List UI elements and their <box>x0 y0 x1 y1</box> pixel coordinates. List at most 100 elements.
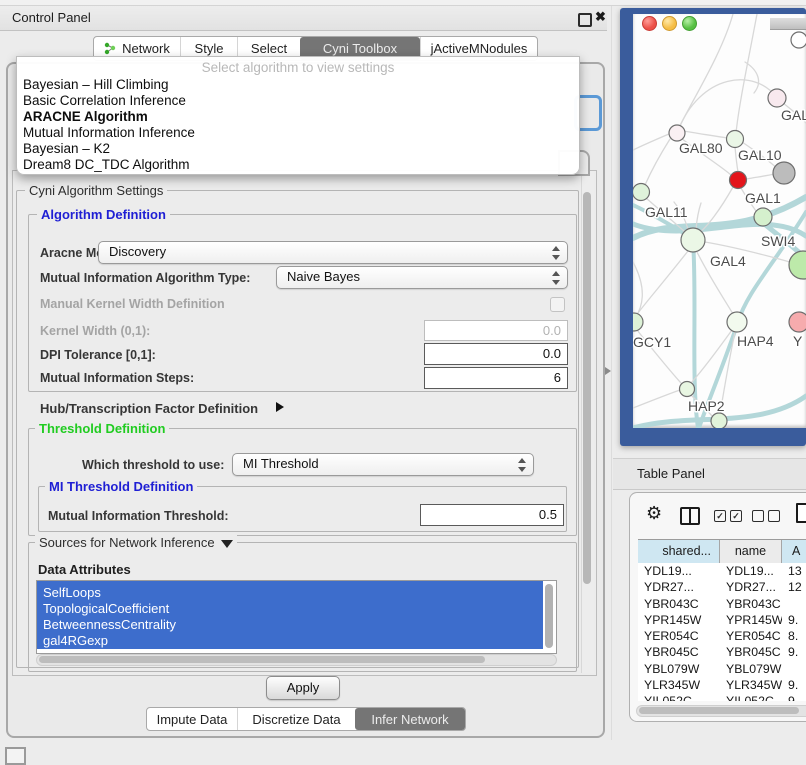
network-node[interactable] <box>789 312 806 332</box>
network-node[interactable] <box>789 251 806 279</box>
dpi-tolerance-input[interactable]: 0.0 <box>424 343 568 365</box>
list-hscrollbar-thumb[interactable] <box>39 656 485 663</box>
node-label: GAL4 <box>710 253 746 269</box>
table-row[interactable]: YLR345WYLR345W9. <box>638 677 806 693</box>
gear-icon[interactable]: ⚙ <box>646 503 662 524</box>
close-icon[interactable]: ✖ <box>595 9 606 25</box>
attribute-item[interactable]: SelfLoops <box>37 585 543 601</box>
table-cell[interactable]: YDR27... <box>720 579 782 595</box>
column-header-partial[interactable]: A <box>782 540 806 563</box>
network-node[interactable] <box>633 313 643 331</box>
aracne-mode-select[interactable]: Discovery <box>98 241 568 264</box>
table-cell[interactable]: YIL052C <box>720 693 782 701</box>
table-cell[interactable] <box>782 596 806 612</box>
select-all-checks-icon[interactable]: ✓✓ <box>714 510 742 522</box>
list-scrollbar-thumb[interactable] <box>545 584 553 648</box>
attribute-item[interactable]: gal4RGexp <box>37 633 543 649</box>
network-node[interactable] <box>773 162 795 184</box>
table-row[interactable]: YER054CYER054C8. <box>638 628 806 644</box>
table-row[interactable]: YBR045CYBR045C9. <box>638 644 806 660</box>
table-cell[interactable]: YBL079W <box>638 661 720 677</box>
table-row[interactable]: YDR27...YDR27...12 <box>638 579 806 595</box>
network-node[interactable] <box>669 125 685 141</box>
attribute-item[interactable]: TopologicalCoefficient <box>37 601 543 617</box>
table-cell[interactable]: 9. <box>782 612 806 628</box>
network-canvas[interactable]: GALGAL80GAL10GAL1GAL11SWI4GAL4GCY1HAP4YH… <box>633 14 806 428</box>
algorithm-option[interactable]: Basic Correlation Inference <box>23 93 186 108</box>
table-cell[interactable]: YER054C <box>720 628 782 644</box>
page-icon[interactable] <box>796 503 806 523</box>
data-attributes-list[interactable]: SelfLoopsTopologicalCoefficientBetweenne… <box>36 580 557 654</box>
minimize-traffic-light[interactable] <box>662 16 677 31</box>
network-node[interactable] <box>730 172 747 189</box>
table-cell[interactable]: YPR145W <box>638 612 720 628</box>
table-cell[interactable]: YDL19... <box>638 563 720 579</box>
close-traffic-light[interactable] <box>642 16 657 31</box>
mi-steps-input[interactable]: 6 <box>424 367 568 389</box>
network-node[interactable] <box>633 184 650 201</box>
table-cell[interactable]: 9 <box>782 693 806 701</box>
zoom-traffic-light[interactable] <box>682 16 697 31</box>
table-cell[interactable]: 9. <box>782 677 806 693</box>
table-cell[interactable]: 9. <box>782 644 806 660</box>
network-node[interactable] <box>711 413 727 428</box>
tab-infer-network[interactable]: Infer Network <box>355 708 465 730</box>
float-panel-icon[interactable] <box>578 13 592 27</box>
algorithm-dropdown[interactable]: Select algorithm to view settings Bayesi… <box>16 56 580 175</box>
algorithm-option[interactable]: Bayesian – Hill Climbing <box>23 77 169 92</box>
algorithm-option[interactable]: Mutual Information Inference <box>23 125 195 140</box>
network-node[interactable] <box>791 32 806 48</box>
table-row[interactable]: YPR145WYPR145W9. <box>638 612 806 628</box>
algorithm-option[interactable]: ARACNE Algorithm <box>23 109 148 124</box>
algorithm-option[interactable]: Bayesian – K2 <box>23 141 110 156</box>
which-threshold-select[interactable]: MI Threshold <box>232 453 534 476</box>
tab-discretize-data[interactable]: Discretize Data <box>237 708 355 730</box>
attribute-item[interactable]: BetweennessCentrality <box>37 617 543 633</box>
table-cell[interactable]: YLR345W <box>720 677 782 693</box>
network-node[interactable] <box>727 312 747 332</box>
table-cell[interactable]: YPR145W <box>720 612 782 628</box>
table-cell[interactable]: 13 <box>782 563 806 579</box>
table-cell[interactable]: YER054C <box>638 628 720 644</box>
table-cell[interactable]: YBR043C <box>638 596 720 612</box>
table-hscrollbar[interactable] <box>636 705 806 717</box>
apply-button[interactable]: Apply <box>266 676 340 700</box>
spinner-arrows-icon <box>552 271 560 285</box>
algorithm-option[interactable]: Dream8 DC_TDC Algorithm <box>23 157 190 172</box>
splitter-handle[interactable] <box>605 367 611 375</box>
column-header-shared-name[interactable]: shared... <box>638 540 720 563</box>
table-cell[interactable]: YBR043C <box>720 596 782 612</box>
mi-threshold-input[interactable]: 0.5 <box>420 504 564 526</box>
expand-arrow-icon[interactable] <box>276 402 284 412</box>
kernel-width-input[interactable]: 0.0 <box>424 320 568 341</box>
settings-scrollbar-thumb[interactable] <box>583 192 591 584</box>
table-cell[interactable]: YBR045C <box>720 644 782 660</box>
network-node[interactable] <box>727 131 744 148</box>
table-cell[interactable]: YBR045C <box>638 644 720 660</box>
table-cell[interactable]: YDL19... <box>720 563 782 579</box>
table-cell[interactable]: YIL052C <box>638 693 720 701</box>
network-node[interactable] <box>754 208 772 226</box>
mini-panel-icon[interactable] <box>5 747 26 765</box>
mi-type-select[interactable]: Naive Bayes <box>276 266 568 289</box>
table-cell[interactable]: YBL079W <box>720 661 782 677</box>
table-row[interactable]: YIL052CYIL052C9 <box>638 693 806 701</box>
tab-impute-data[interactable]: Impute Data <box>147 708 237 730</box>
table-cell[interactable]: YDR27... <box>638 579 720 595</box>
deselect-all-checks-icon[interactable] <box>752 510 780 522</box>
table-row[interactable]: YBR043CYBR043C <box>638 596 806 612</box>
table-cell[interactable]: 12 <box>782 579 806 595</box>
table-row[interactable]: YDL19...YDL19...13 <box>638 563 806 579</box>
network-node[interactable] <box>680 382 695 397</box>
manual-kernel-checkbox[interactable] <box>550 297 565 312</box>
table-cell[interactable] <box>782 661 806 677</box>
network-node[interactable] <box>768 89 786 107</box>
list-hscrollbar[interactable] <box>36 654 557 666</box>
network-node[interactable] <box>681 228 705 252</box>
columns-icon[interactable] <box>680 507 700 525</box>
table-row[interactable]: YBL079WYBL079W <box>638 661 806 677</box>
column-header-name[interactable]: name <box>720 540 782 563</box>
table-hscrollbar-thumb[interactable] <box>639 707 799 714</box>
table-cell[interactable]: YLR345W <box>638 677 720 693</box>
table-cell[interactable]: 8. <box>782 628 806 644</box>
